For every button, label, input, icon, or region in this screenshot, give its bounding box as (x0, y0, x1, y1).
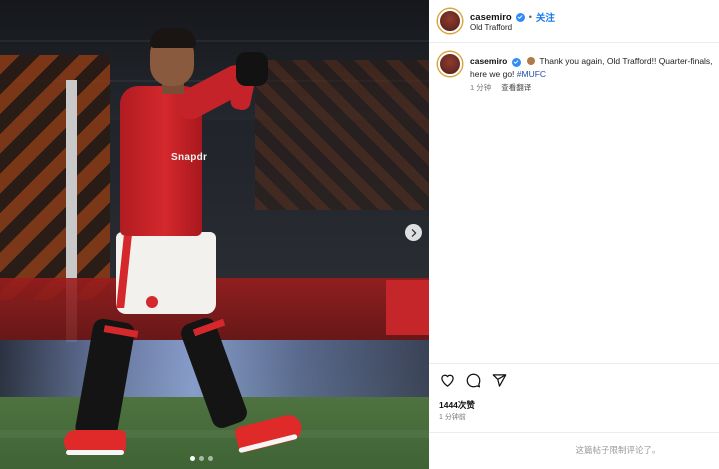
jersey-sponsor: Snapdr (171, 152, 208, 163)
player-shorts (116, 232, 216, 314)
avatar[interactable] (438, 9, 462, 33)
username-link[interactable]: casemiro (470, 12, 512, 23)
verified-badge-icon (515, 12, 525, 22)
carousel-dots (190, 456, 213, 461)
carousel-dot (208, 456, 213, 461)
post-caption: casemiro Thank you again, Old Trafford!!… (470, 55, 716, 81)
orange-banner (255, 60, 429, 210)
separator: • (528, 12, 532, 22)
player-hair (150, 28, 196, 48)
carousel-dot (199, 456, 204, 461)
heart-icon (440, 374, 454, 387)
comments-disabled-notice: 这篇帖子限制评论了。 (575, 445, 661, 455)
header-divider (429, 42, 719, 43)
red-seat (386, 280, 429, 335)
hashtag-link[interactable]: #MUFC (517, 69, 546, 79)
send-icon (492, 373, 506, 387)
club-crest (146, 296, 158, 308)
stand-row (0, 40, 429, 42)
avatar[interactable] (438, 52, 462, 76)
post-photo[interactable]: Snapdr (0, 0, 429, 469)
carousel-next-button[interactable] (405, 224, 422, 241)
caption-text: Thank you again, Old Trafford!! Quarter-… (470, 56, 713, 79)
post-side-panel: casemiro • 关注 Old Trafford casemiro Than… (429, 0, 719, 469)
comment-button[interactable] (465, 372, 481, 388)
caption-time: 1 分钟 (470, 83, 492, 92)
footer-divider (429, 432, 719, 433)
post-header: casemiro • 关注 (470, 10, 555, 25)
carousel-dot (190, 456, 195, 461)
location-link[interactable]: Old Trafford (470, 23, 512, 32)
caption-username[interactable]: casemiro (470, 56, 507, 66)
post-timestamp: 1 分钟前 (439, 414, 466, 421)
chevron-right-icon (411, 228, 416, 237)
comment-icon (466, 373, 480, 387)
boot-sole (66, 450, 124, 455)
actions-divider (429, 363, 719, 364)
football-emoji-icon (527, 57, 536, 65)
orange-banner (0, 55, 110, 300)
see-translation-button[interactable]: 查看翻译 (501, 82, 531, 93)
follow-button[interactable]: 关注 (536, 10, 555, 24)
share-button[interactable] (491, 372, 507, 388)
likes-count[interactable]: 1444次赞 (439, 399, 475, 411)
like-button[interactable] (439, 372, 455, 388)
player-glove (236, 52, 268, 86)
caption-meta: 1 分钟 查看翻译 (470, 82, 531, 93)
verified-badge-icon (511, 57, 521, 67)
action-bar (439, 372, 507, 388)
